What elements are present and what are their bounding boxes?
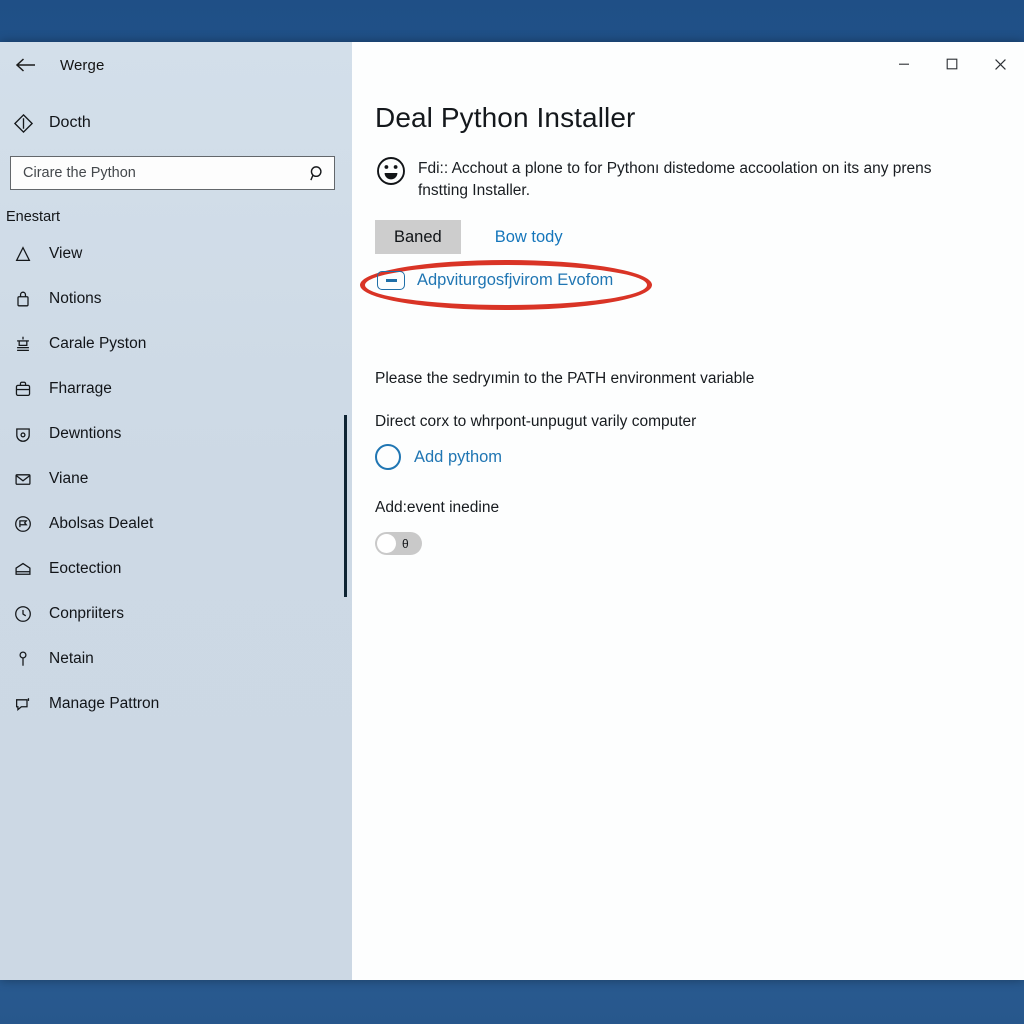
- sidebar-scrollbar[interactable]: [341, 42, 350, 980]
- diamond-icon: [6, 108, 40, 138]
- back-arrow-icon[interactable]: [6, 48, 46, 82]
- mail-icon: [6, 464, 40, 494]
- search-icon[interactable]: [306, 162, 328, 184]
- sidebar-section-label: Enestart: [6, 209, 60, 225]
- minimize-icon[interactable]: [880, 42, 928, 86]
- toggle-section-label: Add:event inedine: [375, 499, 500, 516]
- direct-description-text: Direct corx to whrpont-unpugut varily co…: [375, 413, 697, 430]
- sidebar-item-viane[interactable]: Viane: [0, 456, 352, 501]
- toggle-state-glyph: θ: [402, 536, 409, 551]
- window-controls: [880, 42, 1024, 86]
- desktop-backdrop: Werge Docth Enestart: [0, 0, 1024, 1024]
- face-alert-icon: [375, 155, 409, 189]
- primary-action-button[interactable]: Baned: [375, 220, 461, 254]
- sidebar-item-label: Notions: [49, 289, 102, 307]
- navigation-sidebar: Werge Docth Enestart: [0, 42, 352, 980]
- sidebar-header: Werge: [0, 42, 352, 88]
- lock-icon: [6, 284, 40, 314]
- search-box[interactable]: [10, 156, 335, 190]
- sidebar-item-label: Netain: [49, 649, 94, 667]
- action-row: Baned Bow tody: [375, 220, 563, 254]
- add-python-option[interactable]: Add pythom: [375, 444, 502, 470]
- tent-icon: [6, 239, 40, 269]
- sidebar-item-label: Fharrage: [49, 379, 112, 397]
- sidebar-item-notions[interactable]: Notions: [0, 276, 352, 321]
- notice-banner: Fdi:: Acchout a plone to for Pythonı dis…: [375, 155, 965, 202]
- indeterminate-option-label: Adpviturgosfjvirom Evofom: [417, 271, 614, 289]
- sidebar-item-label: Viane: [49, 469, 89, 487]
- chat-icon: [6, 689, 40, 719]
- main-content: Deal Python Installer Fdi:: Acchout a pl…: [352, 42, 1024, 980]
- sidebar-item-eoctection[interactable]: Eoctection: [0, 546, 352, 591]
- toggle-knob: [377, 534, 396, 553]
- pin-icon: [6, 644, 40, 674]
- page-title: Deal Python Installer: [375, 102, 636, 133]
- sidebar-item-view[interactable]: View: [0, 231, 352, 276]
- flag-circle-icon: [6, 509, 40, 539]
- sidebar-item-label: View: [49, 244, 83, 262]
- sidebar-item-label: Conpriiters: [49, 604, 124, 622]
- envelope-icon: [6, 554, 40, 584]
- sidebar-item-fharrage[interactable]: Fharrage: [0, 366, 352, 411]
- app-window: Werge Docth Enestart: [0, 42, 1024, 980]
- secondary-action-link[interactable]: Bow tody: [495, 228, 563, 247]
- highlighted-option-zone: Adpviturgosfjvirom Evofom: [360, 260, 652, 310]
- sidebar-item-label: Dewntions: [49, 424, 122, 442]
- close-icon[interactable]: [976, 42, 1024, 86]
- sidebar-item-abolsas-dealet[interactable]: Abolsas Dealet: [0, 501, 352, 546]
- event-toggle-switch[interactable]: θ: [375, 532, 422, 555]
- radio-button-icon[interactable]: [375, 444, 401, 470]
- sidebar-title: Werge: [60, 56, 105, 74]
- briefcase-icon: [6, 374, 40, 404]
- search-input[interactable]: [23, 165, 306, 181]
- sidebar-item-dewntions[interactable]: Dewntions: [0, 411, 352, 456]
- add-python-label: Add pythom: [414, 447, 503, 466]
- path-description-text: Please the sedryımin to the PATH environ…: [375, 370, 755, 387]
- sidebar-item-account[interactable]: Docth: [0, 102, 352, 144]
- indeterminate-checkbox-icon[interactable]: [377, 271, 405, 290]
- shield-icon: [6, 419, 40, 449]
- sidebar-item-label: Carale Pyston: [49, 334, 147, 352]
- sidebar-item-conpriiters[interactable]: Conpriiters: [0, 591, 352, 636]
- clock-icon: [6, 599, 40, 629]
- sidebar-item-label: Eoctection: [49, 559, 122, 577]
- stamp-icon: [6, 329, 40, 359]
- sidebar-item-carale-pyston[interactable]: Carale Pyston: [0, 321, 352, 366]
- sidebar-item-netain[interactable]: Netain: [0, 636, 352, 681]
- sidebar-account-label: Docth: [49, 114, 91, 131]
- notice-text: Fdi:: Acchout a plone to for Pythonı dis…: [418, 160, 932, 199]
- sidebar-item-manage-pattron[interactable]: Manage Pattron: [0, 681, 352, 726]
- sidebar-item-label: Manage Pattron: [49, 694, 160, 712]
- indeterminate-checkbox-option[interactable]: Adpviturgosfjvirom Evofom: [377, 271, 613, 290]
- scrollbar-thumb[interactable]: [344, 415, 347, 597]
- sidebar-item-label: Abolsas Dealet: [49, 514, 154, 532]
- sidebar-item-list: View Notions Carale Pyston Fharrage Dewn…: [0, 231, 352, 726]
- maximize-icon[interactable]: [928, 42, 976, 86]
